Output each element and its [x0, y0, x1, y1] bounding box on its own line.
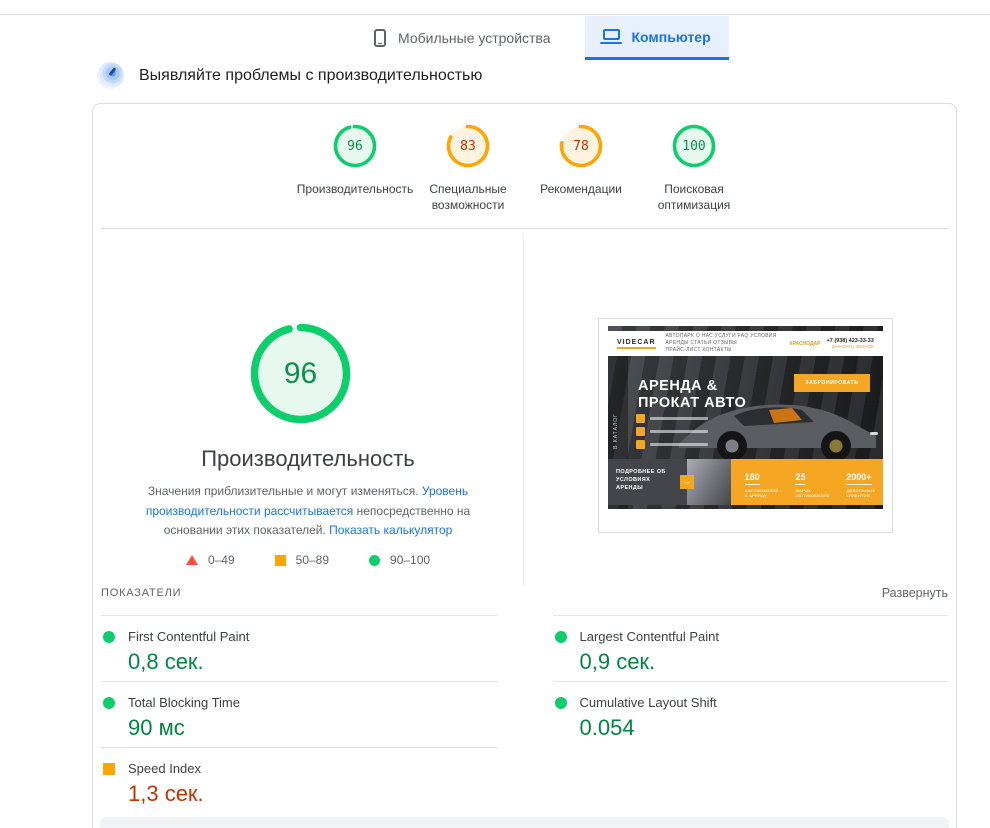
- metrics-header: ПОКАЗАТЕЛИ Развернуть: [101, 586, 948, 600]
- legend-range: 0–49: [208, 553, 235, 567]
- performance-score-value: 96: [247, 320, 354, 427]
- thumb-stat: 180АВТОМОБИЛЕЙ В АРЕНДУ: [745, 467, 779, 505]
- metric-largest-contentful-paint: Largest Contentful Paint 0,9 сек.: [553, 615, 949, 681]
- device-tabs: Мобильные устройства Компьютер: [356, 16, 729, 60]
- good-status-icon: [555, 697, 567, 709]
- scores-divider: [101, 228, 948, 229]
- pagespeed-gauge-icon: [97, 62, 124, 89]
- metric-name: First Contentful Paint: [128, 629, 249, 644]
- thumb-features: [636, 414, 708, 453]
- metric-name: Cumulative Layout Shift: [580, 695, 717, 710]
- score-label: Специальные возможности: [412, 181, 525, 213]
- score-value: 100: [671, 123, 717, 169]
- score-label: Рекомендации: [540, 181, 622, 197]
- show-calculator-link[interactable]: Показать калькулятор: [329, 523, 452, 537]
- laptop-icon: [603, 29, 620, 40]
- category-scores: 96 Производительность 83 Специальные воз…: [93, 123, 956, 213]
- metric-first-contentful-paint: First Contentful Paint 0,8 сек.: [101, 615, 497, 681]
- site-screenshot-thumbnail[interactable]: VIDECAR АВТОПАРК О НАС УСЛУГИ FAQ УСЛОВИ…: [598, 318, 893, 533]
- tab-desktop[interactable]: Компьютер: [585, 16, 729, 60]
- score-seo[interactable]: 100 Поисковая оптимизация: [638, 123, 751, 213]
- thumb-stats-band: ПОДРОБНЕЕ ОБ УСЛОВИЯХ АРЕНДЫ → 180АВТОМО…: [608, 459, 883, 505]
- expand-view-button[interactable]: Развернуть: [882, 586, 948, 600]
- good-status-icon: [555, 631, 567, 643]
- desc-text: Значения приблизительные и могут изменят…: [148, 484, 422, 498]
- metric-speed-index: Speed Index 1,3 сек.: [101, 747, 497, 813]
- thumb-heading: АРЕНДА & ПРОКАТ АВТО: [638, 378, 746, 412]
- thumb-logo: VIDECAR: [617, 339, 656, 349]
- metric-name: Largest Contentful Paint: [580, 629, 719, 644]
- score-accessibility[interactable]: 83 Специальные возможности: [412, 123, 525, 213]
- legend-fail: 0–49: [186, 553, 235, 567]
- performance-description: Значения приблизительные и могут изменят…: [123, 482, 493, 541]
- smartphone-icon: [374, 29, 386, 47]
- page-title: Выявляйте проблемы с производительностью: [139, 67, 482, 85]
- metric-value: 0.054: [580, 715, 949, 741]
- score-label: Производительность: [297, 181, 413, 197]
- top-divider: [0, 14, 990, 15]
- metric-total-blocking-time: Total Blocking Time 90 мс: [101, 681, 497, 747]
- legend-range: 90–100: [390, 553, 430, 567]
- metric-cumulative-layout-shift: Cumulative Layout Shift 0.054: [553, 681, 949, 747]
- legend-average: 50–89: [275, 553, 329, 567]
- average-status-icon: [103, 763, 115, 775]
- column-divider: [523, 233, 524, 586]
- thumb-stat: 25МАРОК АВТОМОБИЛЕЙ: [795, 467, 829, 505]
- metric-name: Speed Index: [128, 761, 201, 776]
- red-triangle-icon: [186, 555, 198, 565]
- thumb-contact: +7 (938) 423-33-33 ЗАКАЗАТЬ ЗВОНОК: [827, 338, 874, 349]
- orange-square-icon: [275, 555, 286, 566]
- good-status-icon: [103, 697, 115, 709]
- good-status-icon: [103, 631, 115, 643]
- metrics-grid: First Contentful Paint 0,8 сек. Largest …: [101, 615, 948, 813]
- thumb-more-box: ПОДРОБНЕЕ ОБ УСЛОВИЯХ АРЕНДЫ →: [608, 459, 687, 505]
- metric-value: 0,9 сек.: [580, 649, 949, 675]
- thumb-menu: АВТОПАРК О НАС УСЛУГИ FAQ УСЛОВИЯ АРЕНДЫ…: [666, 333, 784, 354]
- green-circle-icon: [369, 555, 380, 566]
- metric-value: 90 мс: [128, 715, 497, 741]
- score-performance[interactable]: 96 Производительность: [299, 123, 412, 213]
- metric-value: 1,3 сек.: [128, 781, 497, 807]
- score-legend: 0–49 50–89 90–100: [93, 553, 523, 567]
- legend-range: 50–89: [296, 553, 329, 567]
- legend-good: 90–100: [369, 553, 430, 567]
- thumb-cta-button: ЗАБРОНИРОВАТЬ: [794, 374, 870, 392]
- thumb-city: КРАСНОДАР: [790, 341, 821, 347]
- metric-name: Total Blocking Time: [128, 695, 240, 710]
- score-label: Поисковая оптимизация: [638, 181, 751, 213]
- score-best-practices[interactable]: 78 Рекомендации: [525, 123, 638, 213]
- metric-value: 0,8 сек.: [128, 649, 497, 675]
- report-card: 96 Производительность 83 Специальные воз…: [92, 103, 957, 828]
- tab-mobile-label: Мобильные устройства: [398, 30, 551, 46]
- performance-title: Производительность: [93, 446, 523, 472]
- site-preview: VIDECAR АВТОПАРК О НАС УСЛУГИ FAQ УСЛОВИ…: [608, 326, 883, 509]
- metrics-section-label: ПОКАЗАТЕЛИ: [101, 587, 181, 599]
- score-value: 83: [445, 123, 491, 169]
- arrow-right-icon: →: [680, 475, 694, 489]
- score-value: 78: [558, 123, 604, 169]
- tab-mobile[interactable]: Мобильные устройства: [356, 16, 569, 60]
- thumb-stats: 180АВТОМОБИЛЕЙ В АРЕНДУ 25МАРОК АВТОМОБИ…: [731, 459, 883, 505]
- performance-gauge: 96: [247, 320, 354, 427]
- tab-desktop-label: Компьютер: [632, 29, 711, 45]
- next-section-bar: [100, 817, 949, 828]
- score-value: 96: [332, 123, 378, 169]
- thumb-nav: VIDECAR АВТОПАРК О НАС УСЛУГИ FAQ УСЛОВИ…: [608, 331, 883, 356]
- section-header: Выявляйте проблемы с производительностью: [97, 62, 482, 89]
- thumb-stat: 2000+ДОВОЛЬНЫХ КЛИЕНТОВ: [846, 467, 875, 505]
